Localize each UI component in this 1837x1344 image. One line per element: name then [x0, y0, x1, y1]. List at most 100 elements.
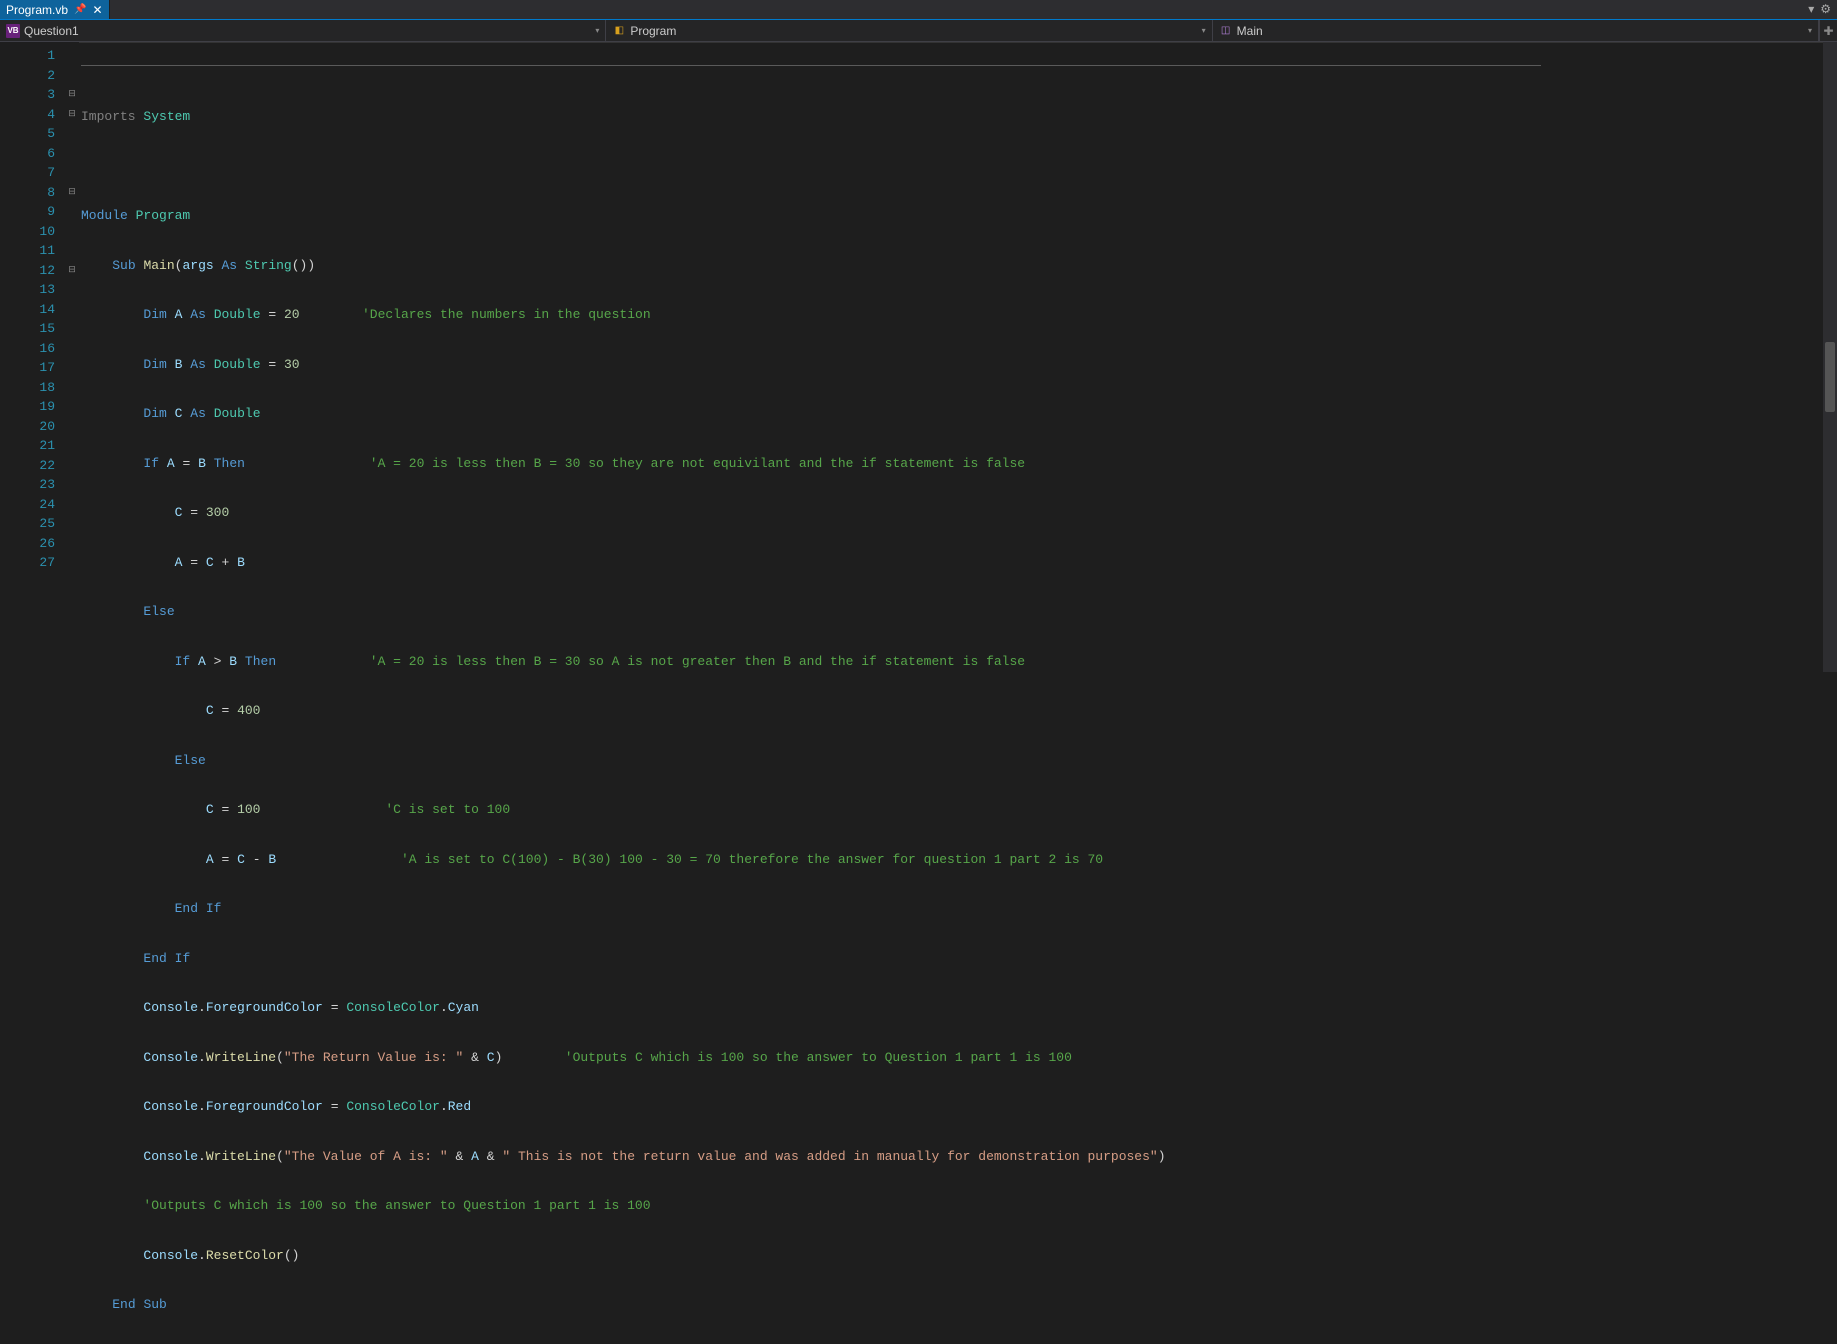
code-line[interactable]: Dim B As Double = 30 — [79, 355, 1837, 375]
fold-toggle — [65, 163, 79, 183]
file-tab[interactable]: Program.vb 📌 ✕ — [0, 0, 110, 19]
line-number: 14 — [0, 300, 55, 320]
code-area[interactable]: Imports System Module Program Sub Main(a… — [79, 42, 1837, 672]
line-number: 15 — [0, 319, 55, 339]
code-line[interactable]: Dim A As Double = 20 'Declares the numbe… — [79, 305, 1837, 325]
code-line[interactable]: Console.WriteLine("The Value of A is: " … — [79, 1147, 1837, 1167]
line-number: 7 — [0, 163, 55, 183]
code-line[interactable]: If A > B Then 'A = 20 is less then B = 3… — [79, 652, 1837, 672]
fold-toggle — [65, 495, 79, 515]
code-line[interactable]: End If — [79, 899, 1837, 919]
line-number: 20 — [0, 417, 55, 437]
fold-gutter: ⊟⊟⊟⊟ — [65, 42, 79, 672]
line-number: 1 — [0, 46, 55, 66]
line-number: 18 — [0, 378, 55, 398]
fold-toggle — [65, 222, 79, 242]
fold-toggle — [65, 319, 79, 339]
fold-toggle — [65, 144, 79, 164]
line-number: 4 — [0, 105, 55, 125]
line-number: 6 — [0, 144, 55, 164]
close-icon[interactable]: ✕ — [92, 3, 102, 17]
fold-toggle — [65, 66, 79, 86]
document-tab-bar: Program.vb 📌 ✕ ▾ ⚙ — [0, 0, 1837, 20]
fold-toggle — [65, 202, 79, 222]
vertical-scrollbar[interactable] — [1823, 42, 1837, 672]
code-line[interactable]: C = 400 — [79, 701, 1837, 721]
project-dropdown[interactable]: VB Question1 ▾ — [0, 20, 606, 41]
code-line[interactable]: Else — [79, 751, 1837, 771]
code-line[interactable]: End If — [79, 949, 1837, 969]
fold-toggle — [65, 417, 79, 437]
code-line[interactable]: End Sub — [79, 1295, 1837, 1315]
fold-toggle[interactable]: ⊟ — [65, 261, 79, 281]
class-name: Program — [630, 24, 676, 38]
fold-toggle — [65, 241, 79, 261]
method-icon: ◫ — [1219, 24, 1233, 38]
line-number: 24 — [0, 495, 55, 515]
class-dropdown[interactable]: ◧ Program ▾ — [606, 20, 1212, 41]
member-name: Main — [1237, 24, 1263, 38]
line-number: 10 — [0, 222, 55, 242]
line-number: 5 — [0, 124, 55, 144]
fold-toggle — [65, 300, 79, 320]
project-name: Question1 — [24, 24, 79, 38]
code-line[interactable]: Console.ResetColor() — [79, 1246, 1837, 1266]
code-editor[interactable]: 1234567891011121314151617181920212223242… — [0, 42, 1837, 672]
fold-toggle — [65, 124, 79, 144]
gear-icon[interactable]: ⚙ — [1820, 2, 1831, 17]
line-number: 13 — [0, 280, 55, 300]
line-number: 23 — [0, 475, 55, 495]
line-number: 21 — [0, 436, 55, 456]
fold-toggle — [65, 475, 79, 495]
fold-toggle — [65, 397, 79, 417]
navigation-bar: VB Question1 ▾ ◧ Program ▾ ◫ Main ▾ ✚ — [0, 20, 1837, 42]
fold-toggle — [65, 280, 79, 300]
tabs-dropdown-icon[interactable]: ▾ — [1808, 2, 1814, 17]
line-number: 22 — [0, 456, 55, 476]
fold-toggle — [65, 514, 79, 534]
line-number: 19 — [0, 397, 55, 417]
pin-icon[interactable]: 📌 — [74, 4, 86, 15]
code-line[interactable]: Console.ForegroundColor = ConsoleColor.R… — [79, 1097, 1837, 1117]
code-line[interactable]: Console.ForegroundColor = ConsoleColor.C… — [79, 998, 1837, 1018]
code-line[interactable]: Sub Main(args As String()) — [79, 256, 1837, 276]
scrollbar-thumb[interactable] — [1825, 342, 1835, 412]
code-line[interactable]: C = 100 'C is set to 100 — [79, 800, 1837, 820]
member-dropdown[interactable]: ◫ Main ▾ — [1213, 20, 1819, 41]
line-number: 16 — [0, 339, 55, 359]
code-line[interactable]: If A = B Then 'A = 20 is less then B = 3… — [79, 454, 1837, 474]
fold-toggle — [65, 456, 79, 476]
line-number: 3 — [0, 85, 55, 105]
vb-project-icon: VB — [6, 24, 20, 38]
line-number: 8 — [0, 183, 55, 203]
tab-bar-actions: ▾ ⚙ — [1808, 0, 1837, 19]
fold-toggle — [65, 553, 79, 573]
code-line[interactable]: C = 300 — [79, 503, 1837, 523]
line-number: 25 — [0, 514, 55, 534]
fold-toggle — [65, 358, 79, 378]
fold-toggle — [65, 339, 79, 359]
fold-toggle — [65, 436, 79, 456]
line-number: 2 — [0, 66, 55, 86]
fold-toggle — [65, 378, 79, 398]
code-line[interactable]: Else — [79, 602, 1837, 622]
code-line[interactable]: Imports System — [79, 107, 1837, 127]
code-line[interactable]: A = C - B 'A is set to C(100) - B(30) 10… — [79, 850, 1837, 870]
code-line[interactable]: Console.WriteLine("The Return Value is: … — [79, 1048, 1837, 1068]
split-editor-button[interactable]: ✚ — [1819, 20, 1837, 41]
code-line[interactable]: A = C + B — [79, 553, 1837, 573]
code-line[interactable]: Module Program — [79, 206, 1837, 226]
fold-toggle[interactable]: ⊟ — [65, 105, 79, 125]
fold-toggle[interactable]: ⊟ — [65, 85, 79, 105]
code-line[interactable]: Dim C As Double — [79, 404, 1837, 424]
line-number: 27 — [0, 553, 55, 573]
chevron-down-icon: ▾ — [1808, 26, 1812, 35]
line-number: 9 — [0, 202, 55, 222]
fold-toggle[interactable]: ⊟ — [65, 183, 79, 203]
code-line[interactable]: 'Outputs C which is 100 so the answer to… — [79, 1196, 1837, 1216]
class-icon: ◧ — [612, 24, 626, 38]
line-number: 26 — [0, 534, 55, 554]
code-line[interactable] — [79, 157, 1837, 177]
fold-toggle — [65, 534, 79, 554]
tab-filename: Program.vb — [6, 3, 68, 17]
